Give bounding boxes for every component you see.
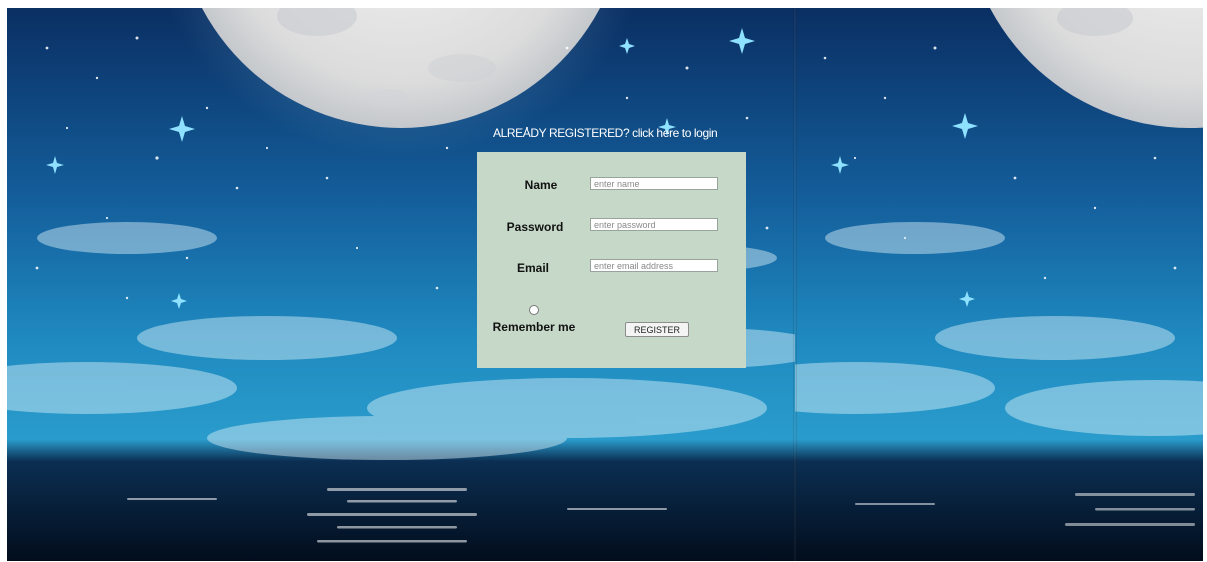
remember-me-group: Remember me xyxy=(489,302,579,334)
register-button[interactable]: REGISTER xyxy=(625,322,689,337)
night-sky-background-right xyxy=(795,8,1203,561)
remember-me-label: Remember me xyxy=(492,320,576,334)
remember-me-radio[interactable] xyxy=(529,305,539,315)
name-input[interactable] xyxy=(590,177,718,190)
email-label: Email xyxy=(516,261,549,275)
email-input[interactable] xyxy=(590,259,718,272)
login-link[interactable]: ALREADY REGISTERED? click here to login xyxy=(493,126,753,140)
page-canvas: ALREADY REGISTERED? click here to login … xyxy=(7,8,1203,561)
registration-form: Name Password Email Remember me REGISTER xyxy=(477,152,746,368)
night-sky-moon-icon xyxy=(795,8,1203,561)
password-input[interactable] xyxy=(590,218,718,231)
name-label: Name xyxy=(524,178,558,192)
background-seam xyxy=(793,8,797,561)
login-link-text: ALREADY REGISTERED? click here to login xyxy=(493,126,718,140)
password-label: Password xyxy=(506,220,564,234)
